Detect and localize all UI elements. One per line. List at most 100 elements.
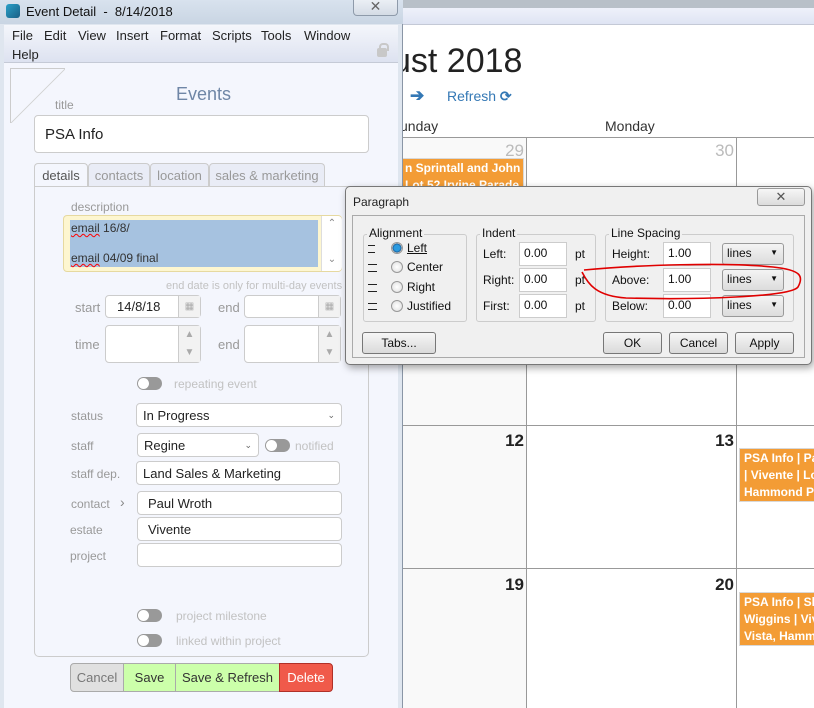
indent-right-input[interactable]: 0.00 <box>519 268 567 292</box>
menu-edit[interactable]: Edit <box>44 28 66 43</box>
estate-input[interactable]: Vivente <box>137 517 342 541</box>
event-line: PSA Info | Pa <box>744 451 814 465</box>
linked-toggle[interactable] <box>137 634 162 647</box>
align-left-label[interactable]: Left <box>407 241 427 255</box>
start-time-input[interactable]: ▲ ▼ <box>105 325 201 363</box>
align-center-label[interactable]: Center <box>407 260 443 274</box>
align-right-radio[interactable] <box>391 281 403 293</box>
grid-line <box>400 137 814 138</box>
indent-first-label: First: <box>483 299 510 313</box>
time-stepper[interactable]: ▲ ▼ <box>178 326 200 362</box>
align-center-radio[interactable] <box>391 261 403 273</box>
start-date-input[interactable]: 14/8/18 ▦ <box>105 295 201 318</box>
repeating-toggle[interactable] <box>137 377 162 390</box>
grid-line <box>400 568 814 569</box>
calendar-event[interactable]: PSA Info | Pa | Vivente | Lot Hammond Pa <box>739 448 814 502</box>
apply-button[interactable]: Apply <box>735 332 794 354</box>
refresh-icon: ⟳ <box>499 88 512 104</box>
month-title: ust 2018 <box>392 42 523 80</box>
event-line: n Sprintall and John <box>405 161 521 175</box>
event-line: Vista, Hammo <box>744 629 814 643</box>
event-line: | Vivente | Lot <box>744 468 814 482</box>
align-justified-label[interactable]: Justified <box>407 299 451 313</box>
staff-select[interactable]: Regine ⌄ <box>137 433 259 457</box>
calendar-icon[interactable]: ▦ <box>318 296 340 317</box>
chevron-right-icon[interactable]: › <box>120 494 125 510</box>
status-select[interactable]: In Progress ⌄ <box>136 403 342 427</box>
start-date-value: 14/8/18 <box>117 299 161 314</box>
save-button[interactable]: Save <box>123 663 176 692</box>
end-time-input[interactable]: ▲ ▼ <box>244 325 341 363</box>
staff-dep-input[interactable]: Land Sales & Marketing <box>136 461 340 485</box>
day-number: 20 <box>715 575 734 594</box>
cancel-dialog-button[interactable]: Cancel <box>669 332 728 354</box>
cancel-button[interactable]: Cancel <box>70 663 124 692</box>
description-label: description <box>71 200 130 214</box>
tab-contacts[interactable]: contacts <box>88 163 150 186</box>
menu-insert[interactable]: Insert <box>116 28 149 43</box>
menu-view[interactable]: View <box>78 28 106 43</box>
menu-tools[interactable]: Tools <box>261 28 291 43</box>
tab-details[interactable]: details <box>34 163 88 187</box>
indent-left-label: Left: <box>483 247 507 261</box>
menu-scripts[interactable]: Scripts <box>212 28 252 43</box>
align-left-radio[interactable] <box>391 242 403 254</box>
scroll-up-icon[interactable]: ⌃ <box>322 216 342 232</box>
milestone-toggle[interactable] <box>137 609 162 622</box>
refresh-button[interactable]: Refresh ⟳ <box>447 88 512 105</box>
height-label: Height: <box>612 247 651 261</box>
save-refresh-button[interactable]: Save & Refresh <box>175 663 280 692</box>
paragraph-dialog: Paragraph ✕ Alignment Left Center Right … <box>345 186 812 365</box>
indent-right-label: Right: <box>483 273 515 287</box>
align-justified-radio[interactable] <box>391 300 403 312</box>
align-right-label[interactable]: Right <box>407 280 435 294</box>
time-label: time <box>75 337 100 352</box>
menu-file[interactable]: File <box>12 28 33 43</box>
calendar-icon[interactable]: ▦ <box>178 296 200 317</box>
end-date-input[interactable]: ▦ <box>244 295 341 318</box>
contact-input[interactable]: Paul Wroth <box>137 491 342 515</box>
time-stepper[interactable]: ▲ ▼ <box>318 326 340 362</box>
menu-window[interactable]: Window <box>304 28 350 43</box>
align-right-icon <box>368 284 377 292</box>
repeating-label: repeating event <box>174 377 257 391</box>
staff-label: staff <box>71 439 94 453</box>
notified-toggle[interactable] <box>265 439 290 452</box>
menu-help[interactable]: Help <box>12 47 39 62</box>
close-icon: ✕ <box>775 189 787 204</box>
line-spacing-label: Line Spacing <box>609 226 683 240</box>
dialog-close-button[interactable]: ✕ <box>757 188 805 206</box>
status-label: status <box>71 409 104 423</box>
chevron-down-icon: ⌄ <box>244 439 252 450</box>
calendar-event[interactable]: PSA Info | Sh Wiggins | Vive Vista, Hamm… <box>739 592 814 646</box>
tab-sales-marketing[interactable]: sales & marketing <box>209 163 325 186</box>
close-button[interactable]: ✕ <box>353 0 398 16</box>
project-input[interactable] <box>137 543 342 567</box>
day-number: 30 <box>715 141 734 160</box>
day-number: 19 <box>505 575 524 594</box>
tab-location[interactable]: location <box>150 163 209 186</box>
description-textarea[interactable]: email 16/8/ email 04/09 final ⌃ ⌄ <box>63 215 342 272</box>
title-label: title <box>55 98 74 112</box>
dialog-title: Paragraph <box>353 195 410 209</box>
menu-format[interactable]: Format <box>160 28 201 43</box>
chevron-down-icon: ⌄ <box>327 409 335 420</box>
project-label: project <box>70 549 107 563</box>
start-label: start <box>75 300 101 315</box>
indent-first-input[interactable]: 0.00 <box>519 294 567 318</box>
delete-button[interactable]: Delete <box>279 663 333 692</box>
scroll-down-icon[interactable]: ⌄ <box>322 254 342 265</box>
tabs-button[interactable]: Tabs... <box>362 332 436 354</box>
event-line: Wiggins | Vive <box>744 612 814 626</box>
ok-button[interactable]: OK <box>603 332 662 354</box>
indent-label: Indent <box>480 226 518 240</box>
description-scrollbar[interactable]: ⌃ ⌄ <box>321 216 342 271</box>
next-month-arrow-icon[interactable]: ➔ <box>410 86 424 106</box>
indent-left-input[interactable]: 0.00 <box>519 242 567 266</box>
day-number: 13 <box>715 431 734 450</box>
unit-label: pt <box>575 247 586 261</box>
title-input[interactable]: PSA Info <box>34 115 369 153</box>
description-text: 04/09 final <box>99 251 159 265</box>
contact-label: contact <box>71 497 110 511</box>
window-title: Event Detail - 8/14/2018 <box>26 4 173 19</box>
